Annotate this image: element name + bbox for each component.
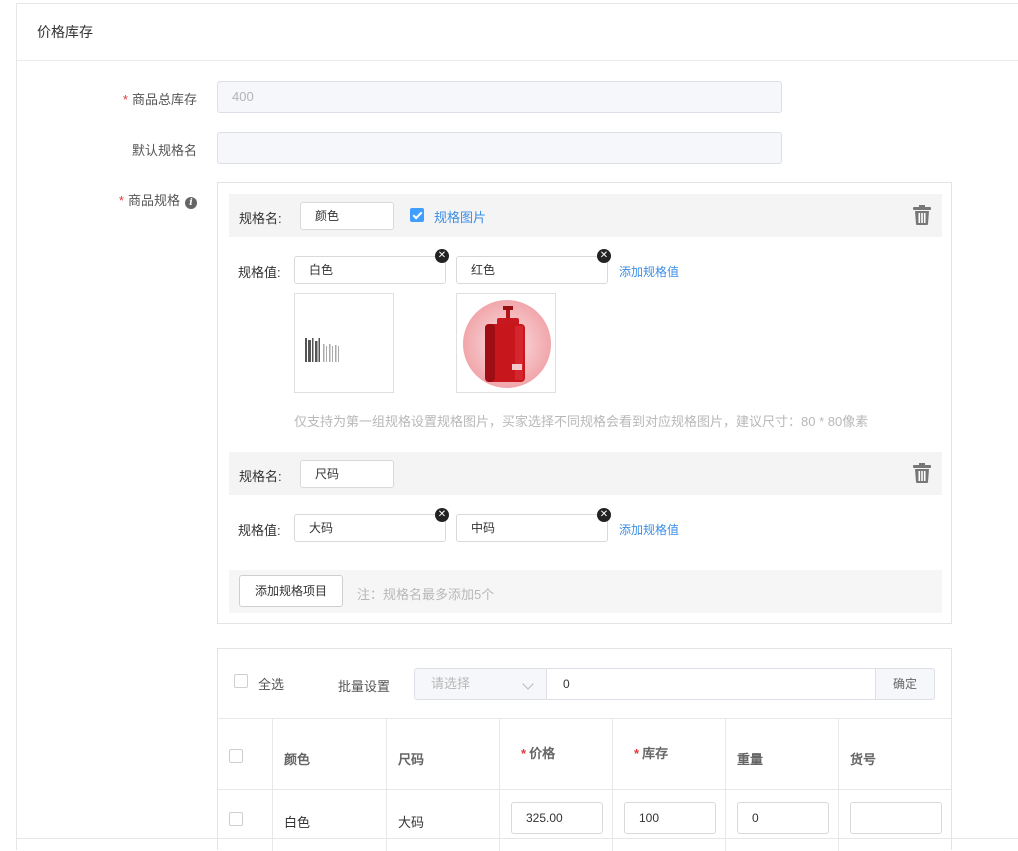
header-weight: 重量 xyxy=(726,719,839,789)
spec-name-input-1[interactable]: 颜色 xyxy=(300,202,394,230)
spec-image-hint: 仅支持为第一组规格设置规格图片，买家选择不同规格会看到对应规格图片，建议尺寸：8… xyxy=(294,414,869,429)
close-icon[interactable]: ✕ xyxy=(597,508,611,522)
spec-value-input[interactable]: 白色 xyxy=(294,256,446,284)
batch-confirm-button[interactable]: 确定 xyxy=(875,668,935,700)
spec-value-label: 规格值: xyxy=(238,523,281,538)
header-sku: 货号 xyxy=(850,752,877,767)
price-input[interactable]: 325.00 xyxy=(511,802,603,834)
spec-group-header-1: 规格名: 颜色 规格图片 xyxy=(229,194,942,237)
spec-name-input-2[interactable]: 尺码 xyxy=(300,460,394,488)
product-bottle-image xyxy=(463,300,551,388)
select-all-checkbox[interactable] xyxy=(234,674,248,688)
default-spec-name-field[interactable] xyxy=(217,132,782,164)
spec-image-upload-1[interactable] xyxy=(294,293,394,393)
spec-image-checkbox[interactable] xyxy=(410,208,424,222)
batch-toolbar: 全选 批量设置 请选择 0 确定 xyxy=(218,649,951,719)
add-spec-item-row: 添加规格项目 注：规格名最多添加5个 xyxy=(229,570,942,613)
panel-bottom-border xyxy=(16,838,1018,839)
trash-icon[interactable] xyxy=(913,205,931,225)
spec-value-label: 规格值: xyxy=(238,265,281,280)
batch-value-input[interactable]: 0 xyxy=(546,668,876,700)
sku-input[interactable] xyxy=(850,802,942,834)
stock-input[interactable]: 100 xyxy=(624,802,716,834)
total-stock-label: * 商品总库存 xyxy=(122,92,197,107)
spec-value-input[interactable]: 红色 xyxy=(456,256,608,284)
total-stock-field[interactable]: 400 xyxy=(217,81,782,113)
add-spec-value-link[interactable]: 添加规格值 xyxy=(619,263,679,280)
table-header-row: 颜色 尺码 * 价格 * 库存 重量 货号 xyxy=(218,719,951,790)
chevron-down-icon xyxy=(522,678,534,690)
add-spec-value-link[interactable]: 添加规格值 xyxy=(619,521,679,538)
add-spec-item-note: 注：规格名最多添加5个 xyxy=(357,587,495,602)
weight-input[interactable]: 0 xyxy=(737,802,829,834)
close-icon[interactable]: ✕ xyxy=(435,249,449,263)
spec-value-input[interactable]: 大码 xyxy=(294,514,446,542)
cell-size: 大码 xyxy=(387,790,500,851)
spec-value-input[interactable]: 中码 xyxy=(456,514,608,542)
select-placeholder: 请选择 xyxy=(431,676,471,691)
spec-name-label: 规格名: xyxy=(239,211,282,226)
header-row-checkbox[interactable] xyxy=(229,749,243,763)
select-all-label: 全选 xyxy=(258,677,285,692)
info-icon[interactable]: i xyxy=(185,197,197,209)
spec-editor: 规格名: 颜色 规格图片 规格值: 白色 ✕ 红色 ✕ 添加规格值 仅支持为第一… xyxy=(217,182,952,624)
table-row: 白色 大码 325.00 100 0 xyxy=(218,790,951,851)
barcode-image xyxy=(305,338,339,362)
spec-label: * 商品规格 i xyxy=(0,190,197,209)
default-spec-name-label: 默认规格名 xyxy=(131,143,197,158)
sku-table: 全选 批量设置 请选择 0 确定 颜色 尺码 * 价格 * 库存 重量 货号 白色 … xyxy=(217,648,952,851)
add-spec-item-button[interactable]: 添加规格项目 xyxy=(239,575,343,607)
close-icon[interactable]: ✕ xyxy=(435,508,449,522)
spec-image-upload-2[interactable] xyxy=(456,293,556,393)
trash-icon[interactable] xyxy=(913,463,931,483)
row-checkbox[interactable] xyxy=(229,812,243,826)
header-stock: * 库存 xyxy=(613,719,726,789)
header-price: * 价格 xyxy=(500,719,613,789)
header-color: 颜色 xyxy=(273,719,387,789)
batch-field-select[interactable]: 请选择 xyxy=(414,668,546,700)
spec-name-label: 规格名: xyxy=(239,469,282,484)
cell-color: 白色 xyxy=(273,790,387,851)
header-size: 尺码 xyxy=(387,719,500,789)
spec-image-label[interactable]: 规格图片 xyxy=(434,207,486,226)
close-icon[interactable]: ✕ xyxy=(597,249,611,263)
batch-label: 批量设置 xyxy=(338,679,391,694)
spec-group-header-2: 规格名: 尺码 xyxy=(229,452,942,495)
section-title: 价格库存 xyxy=(17,4,1018,61)
